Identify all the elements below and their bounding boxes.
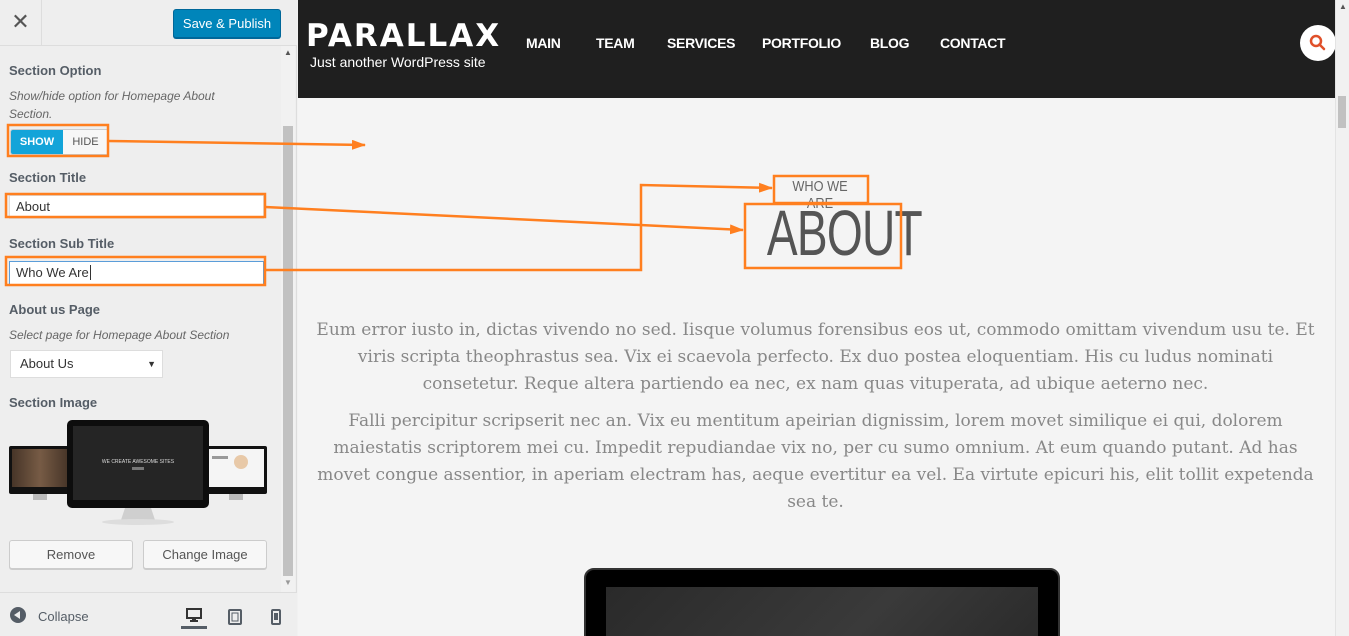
nav-item-services[interactable]: SERVICES	[667, 35, 735, 51]
site-title[interactable]: PARALLAX	[306, 18, 501, 54]
nav-item-contact[interactable]: CONTACT	[940, 35, 1006, 51]
about-page-description: Select page for Homepage About Section	[9, 328, 230, 342]
about-page-label: About us Page	[9, 302, 101, 317]
nav-item-portfolio[interactable]: PORTFOLIO	[762, 35, 841, 51]
tablet-preview-icon[interactable]	[222, 605, 248, 629]
about-paragraph-1: Eum error iusto in, dictas vivendo no se…	[316, 320, 1315, 394]
section-image-preview: WE CREATE AWESOME SITES	[9, 418, 267, 530]
sidebar-header: ✕ Save & Publish	[0, 0, 297, 46]
about-page-select[interactable]: About Us ▼	[10, 350, 163, 378]
devices-mockup-image: WE CREATE AWESOME SITES	[9, 420, 267, 525]
monitor-screen	[606, 587, 1038, 636]
mobile-preview-icon[interactable]	[263, 605, 289, 629]
site-tagline: Just another WordPress site	[310, 54, 486, 70]
scroll-up-arrow-icon[interactable]: ▲	[284, 48, 292, 57]
section-subtitle-label: Section Sub Title	[9, 236, 115, 251]
preview-scroll-up-icon[interactable]: ▲	[1339, 2, 1347, 11]
nav-item-team[interactable]: TEAM	[596, 35, 635, 51]
section-option-label: Section Option	[9, 63, 102, 78]
change-image-button[interactable]: Change Image	[143, 540, 267, 569]
search-icon	[1309, 34, 1326, 51]
section-subtitle-value: Who We Are	[16, 265, 89, 280]
save-publish-button[interactable]: Save & Publish	[173, 9, 281, 38]
section-image-label: Section Image	[9, 395, 98, 410]
section-option-description: Show/hide option for Homepage About Sect…	[9, 89, 215, 121]
chevron-down-icon: ▼	[147, 359, 156, 369]
site-preview: PARALLAX Just another WordPress site MAI…	[298, 0, 1349, 636]
sidebar-controls: Section Option Show/hide option for Home…	[0, 46, 297, 592]
collapse-label[interactable]: Collapse	[38, 609, 89, 624]
show-toggle-button[interactable]: SHOW	[11, 130, 63, 154]
sidebar-scrollbar-thumb[interactable]	[283, 126, 293, 576]
search-button[interactable]	[1300, 25, 1336, 61]
about-paragraph-2: Falli percipitur scripserit nec an. Vix …	[317, 411, 1314, 512]
desktop-preview-icon[interactable]	[181, 603, 207, 629]
hide-toggle-button[interactable]: HIDE	[63, 130, 108, 154]
sidebar-footer: Collapse	[0, 592, 297, 636]
collapse-arrow-icon[interactable]	[10, 607, 26, 623]
close-icon[interactable]: ✕	[0, 0, 42, 45]
about-section-title: ABOUT	[766, 197, 923, 269]
about-page-selected: About Us	[20, 356, 74, 371]
preview-caption: WE CREATE AWESOME SITES	[102, 459, 175, 465]
site-header: PARALLAX Just another WordPress site MAI…	[298, 0, 1349, 98]
preview-scrollbar-thumb[interactable]	[1338, 96, 1346, 128]
customizer-sidebar: ✕ Save & Publish Section Option Show/hid…	[0, 0, 297, 636]
remove-image-button[interactable]: Remove	[9, 540, 133, 569]
nav-item-main[interactable]: MAIN	[526, 35, 561, 51]
section-title-input[interactable]: About	[9, 195, 264, 219]
scroll-down-arrow-icon[interactable]: ▼	[284, 578, 292, 587]
show-hide-toggle: SHOW HIDE	[10, 129, 109, 155]
section-subtitle-input[interactable]: Who We Are	[9, 261, 264, 285]
section-title-label: Section Title	[9, 170, 87, 185]
nav-item-blog[interactable]: BLOG	[870, 35, 910, 51]
